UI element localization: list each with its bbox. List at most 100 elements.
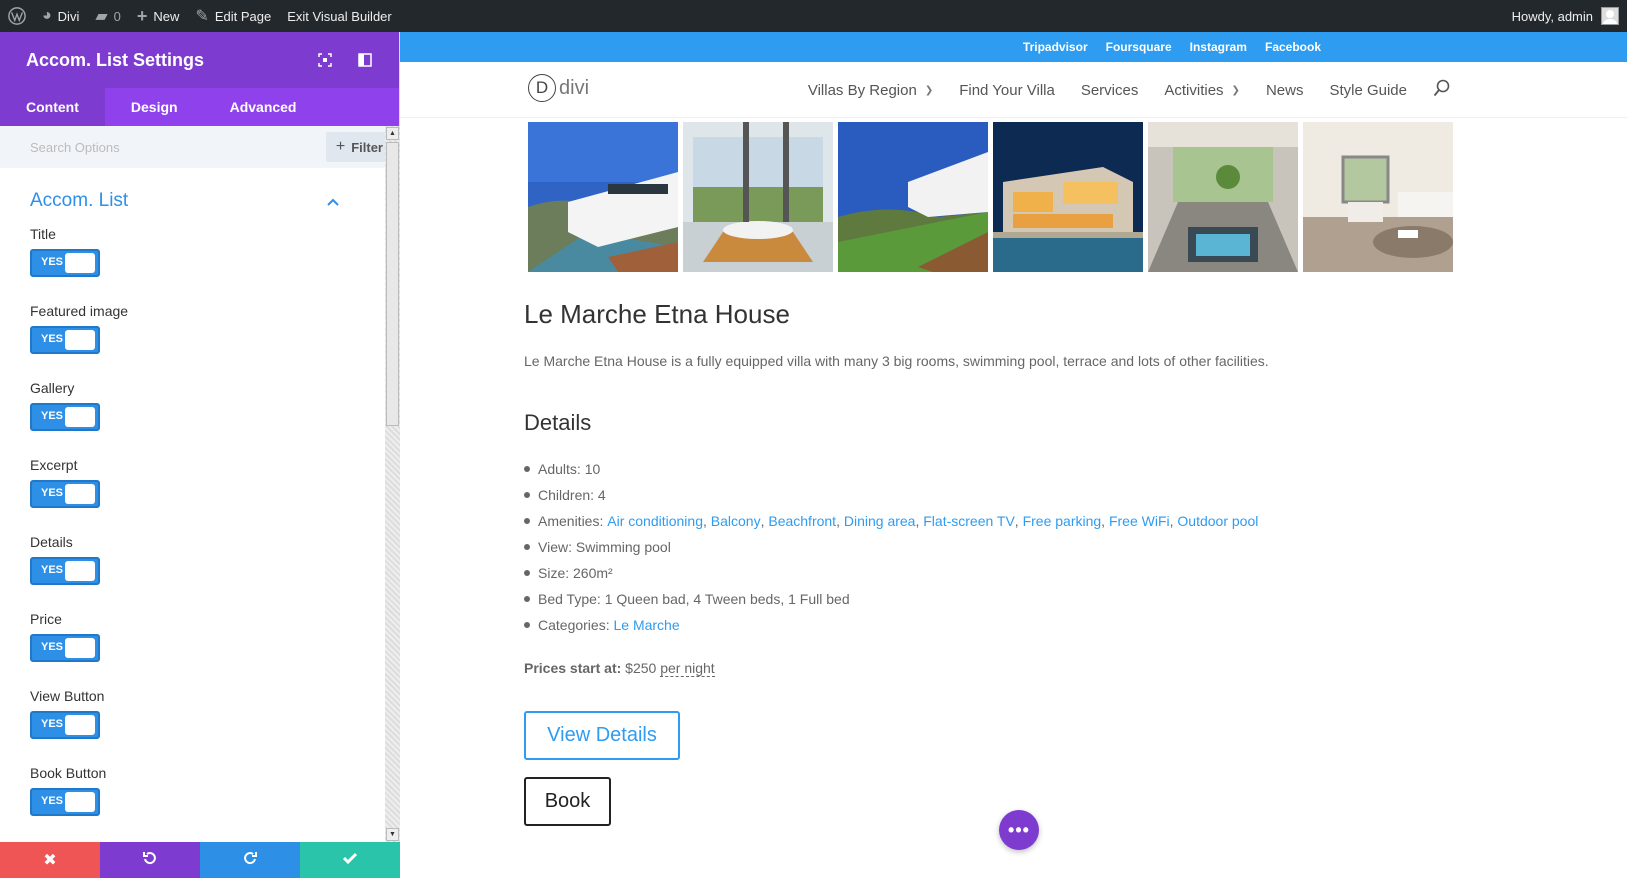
category-link[interactable]: Le Marche bbox=[613, 617, 679, 633]
admin-bar: ◕ Divi ▰ 0 + New ✎ Edit Page Exit Visual… bbox=[0, 0, 1627, 32]
nav-item-villas-by-region[interactable]: Villas By Region ❯ bbox=[808, 82, 933, 99]
social-link-foursquare[interactable]: Foursquare bbox=[1106, 40, 1172, 54]
tab-content[interactable]: Content bbox=[0, 88, 105, 126]
field-details: Details YES bbox=[0, 534, 385, 611]
more-icon: ••• bbox=[1008, 819, 1030, 840]
settings-panel: Accom. List Settings Content Design Adva… bbox=[0, 32, 400, 878]
list-item: Adults: 10 bbox=[524, 456, 1258, 482]
comments-link[interactable]: ▰ 0 bbox=[87, 0, 129, 32]
scrollbar-thumb[interactable] bbox=[386, 142, 399, 426]
field-title: Title YES bbox=[0, 226, 385, 303]
nav-item-services[interactable]: Services bbox=[1081, 82, 1139, 99]
scroll-up-arrow[interactable]: ▲ bbox=[386, 127, 399, 140]
price-label: Prices start at: bbox=[524, 660, 622, 676]
details-heading: Details bbox=[524, 410, 592, 435]
panel-title: Accom. List Settings bbox=[26, 49, 205, 70]
search-row: + Filter bbox=[0, 126, 399, 168]
scroll-down-arrow[interactable]: ▼ bbox=[386, 828, 399, 841]
view-button-toggle[interactable]: YES bbox=[30, 711, 100, 739]
gallery-image[interactable] bbox=[838, 122, 988, 272]
wordpress-logo[interactable] bbox=[0, 0, 34, 32]
book-button[interactable]: Book bbox=[524, 777, 611, 826]
amenity-link[interactable]: Air conditioning bbox=[607, 513, 703, 529]
edit-page-link[interactable]: ✎ Edit Page bbox=[187, 0, 279, 32]
section-toggle-accom-list[interactable]: Accom. List bbox=[0, 168, 385, 226]
featured-image-toggle[interactable]: YES bbox=[30, 326, 100, 354]
field-label: Excerpt bbox=[30, 457, 78, 473]
title-toggle[interactable]: YES bbox=[30, 249, 100, 277]
search-icon[interactable] bbox=[1433, 79, 1451, 102]
exit-visual-builder-link[interactable]: Exit Visual Builder bbox=[279, 0, 400, 32]
amenity-link[interactable]: Free WiFi bbox=[1109, 513, 1170, 529]
nav-item-news[interactable]: News bbox=[1266, 82, 1304, 99]
gallery-toggle[interactable]: YES bbox=[30, 403, 100, 431]
section-title: Accom. List bbox=[30, 190, 129, 211]
amenity-link[interactable]: Flat-screen TV bbox=[923, 513, 1015, 529]
amenity-link[interactable]: Outdoor pool bbox=[1177, 513, 1258, 529]
toggle-knob bbox=[65, 253, 95, 273]
dock-panel-icon[interactable] bbox=[357, 52, 373, 68]
builder-options-button[interactable]: ••• bbox=[999, 810, 1039, 850]
toggle-knob bbox=[65, 792, 95, 812]
details-list: Adults: 10 Children: 4 Amenities: Air co… bbox=[524, 456, 1258, 638]
amenity-link[interactable]: Balcony bbox=[711, 513, 761, 529]
amenity-link[interactable]: Beachfront bbox=[768, 513, 836, 529]
social-link-facebook[interactable]: Facebook bbox=[1265, 40, 1321, 54]
field-featured-image: Featured image YES bbox=[0, 303, 385, 380]
chevron-down-icon: ❯ bbox=[924, 84, 934, 96]
list-item: Amenities: Air conditioning, Balcony, Be… bbox=[524, 508, 1258, 534]
toggle-knob bbox=[65, 484, 95, 504]
gallery-image[interactable] bbox=[528, 122, 678, 272]
new-content-link[interactable]: + New bbox=[129, 0, 188, 32]
accommodation-title: Le Marche Etna House bbox=[524, 299, 790, 329]
search-options-input[interactable] bbox=[30, 139, 326, 155]
field-label: View Button bbox=[30, 688, 105, 704]
gallery-image[interactable] bbox=[683, 122, 833, 272]
gallery-image[interactable] bbox=[1303, 122, 1453, 272]
book-button-toggle[interactable]: YES bbox=[30, 788, 100, 816]
panel-tabs: Content Design Advanced bbox=[0, 88, 399, 126]
pencil-icon: ✎ bbox=[195, 8, 209, 25]
plus-icon: + bbox=[335, 138, 346, 155]
field-label: Title bbox=[30, 226, 56, 242]
nav-item-activities[interactable]: Activities ❯ bbox=[1164, 82, 1240, 99]
undo-button[interactable] bbox=[100, 842, 200, 878]
cancel-button[interactable]: ✖ bbox=[0, 842, 100, 878]
close-icon: ✖ bbox=[43, 852, 57, 869]
site-name-link[interactable]: ◕ Divi bbox=[34, 0, 87, 32]
list-item: Bed Type: 1 Queen bad, 4 Tween beds, 1 F… bbox=[524, 586, 1258, 612]
tab-design[interactable]: Design bbox=[105, 88, 204, 126]
excerpt-toggle[interactable]: YES bbox=[30, 480, 100, 508]
site-logo[interactable]: D divi bbox=[528, 74, 589, 102]
site-header: D divi Villas By Region ❯ Find Your Villa… bbox=[400, 62, 1627, 118]
wordpress-icon bbox=[8, 7, 26, 25]
price-line: Prices start at: $250 per night bbox=[524, 660, 715, 677]
panel-scrollbar[interactable]: ▲ ▼ bbox=[385, 126, 400, 842]
amenity-link[interactable]: Free parking bbox=[1023, 513, 1102, 529]
view-details-button[interactable]: View Details bbox=[524, 711, 680, 760]
panel-header: Accom. List Settings bbox=[0, 32, 399, 88]
filter-button[interactable]: + Filter bbox=[325, 132, 393, 162]
account-menu[interactable]: Howdy, admin bbox=[1504, 0, 1627, 32]
redo-icon bbox=[242, 850, 258, 871]
expand-icon[interactable] bbox=[317, 52, 333, 68]
save-button[interactable] bbox=[300, 842, 400, 878]
comment-icon: ▰ bbox=[95, 8, 108, 25]
nav-item-style-guide[interactable]: Style Guide bbox=[1329, 82, 1407, 99]
social-link-instagram[interactable]: Instagram bbox=[1190, 40, 1247, 54]
social-link-tripadvisor[interactable]: Tripadvisor bbox=[1023, 40, 1088, 54]
panel-body: Accom. List Title YES Featured image YES… bbox=[0, 168, 385, 842]
gallery-image[interactable] bbox=[1148, 122, 1298, 272]
chevron-down-icon: ❯ bbox=[1231, 84, 1240, 96]
price-toggle[interactable]: YES bbox=[30, 634, 100, 662]
undo-icon bbox=[142, 850, 158, 871]
gallery-image[interactable] bbox=[993, 122, 1143, 272]
toggle-knob bbox=[65, 638, 95, 658]
list-item: Categories: Le Marche bbox=[524, 612, 1258, 638]
redo-button[interactable] bbox=[200, 842, 300, 878]
social-top-bar: Tripadvisor Foursquare Instagram Faceboo… bbox=[400, 32, 1627, 62]
tab-advanced[interactable]: Advanced bbox=[204, 88, 323, 126]
details-toggle[interactable]: YES bbox=[30, 557, 100, 585]
nav-item-find-your-villa[interactable]: Find Your Villa bbox=[959, 82, 1055, 99]
amenity-link[interactable]: Dining area bbox=[844, 513, 916, 529]
